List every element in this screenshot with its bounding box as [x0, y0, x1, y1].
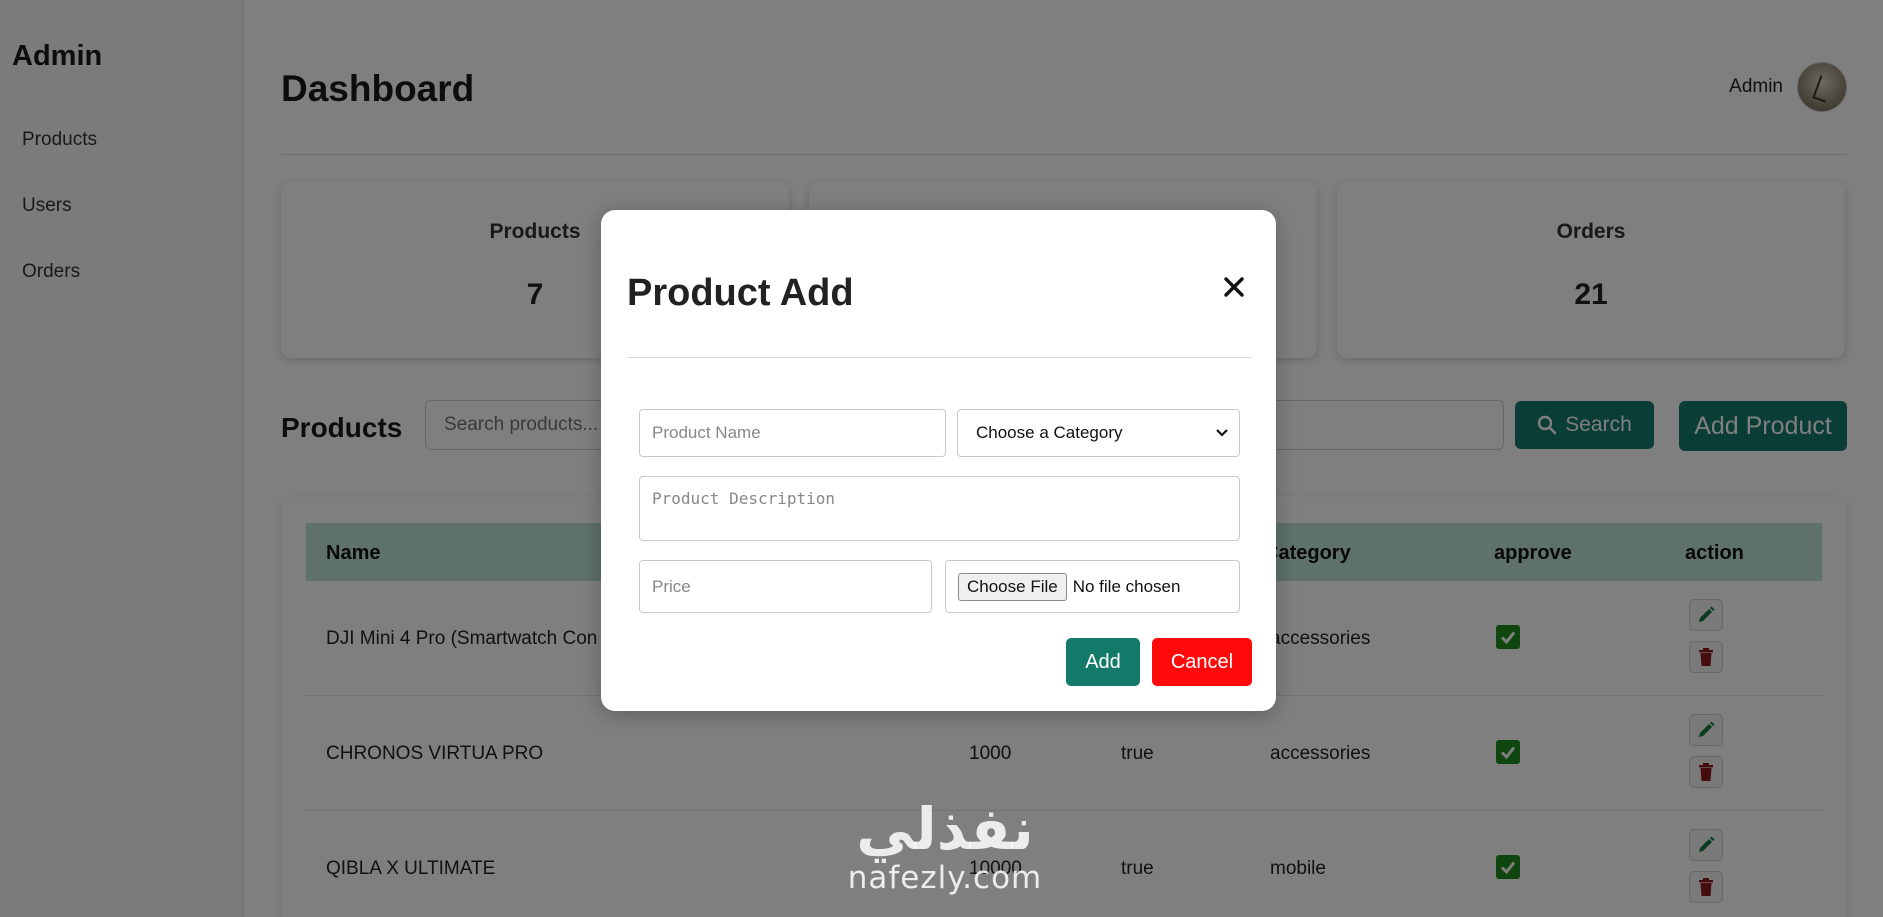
product-description-input[interactable]	[639, 476, 1240, 541]
modal-title: Product Add	[627, 272, 854, 314]
cancel-button[interactable]: Cancel	[1152, 638, 1252, 686]
category-select[interactable]: Choose a Category	[957, 409, 1240, 457]
product-name-input[interactable]	[639, 409, 946, 457]
close-icon[interactable]	[1221, 274, 1247, 300]
add-button[interactable]: Add	[1066, 638, 1140, 686]
watermark-latin: nafezly.com	[847, 860, 1043, 896]
chevron-down-icon	[1216, 429, 1228, 437]
category-select-value: Choose a Category	[976, 423, 1123, 442]
modal-divider	[627, 357, 1251, 358]
watermark: نفذلي nafezly.com	[830, 800, 1060, 896]
watermark-arabic: نفذلي	[856, 795, 1034, 863]
product-add-modal: Product Add Choose a Category Choose Fil…	[601, 210, 1276, 711]
file-input[interactable]: Choose File No file chosen	[945, 560, 1240, 613]
price-input[interactable]	[639, 560, 932, 613]
file-status: No file chosen	[1072, 576, 1181, 596]
choose-file-button[interactable]: Choose File	[958, 572, 1067, 601]
